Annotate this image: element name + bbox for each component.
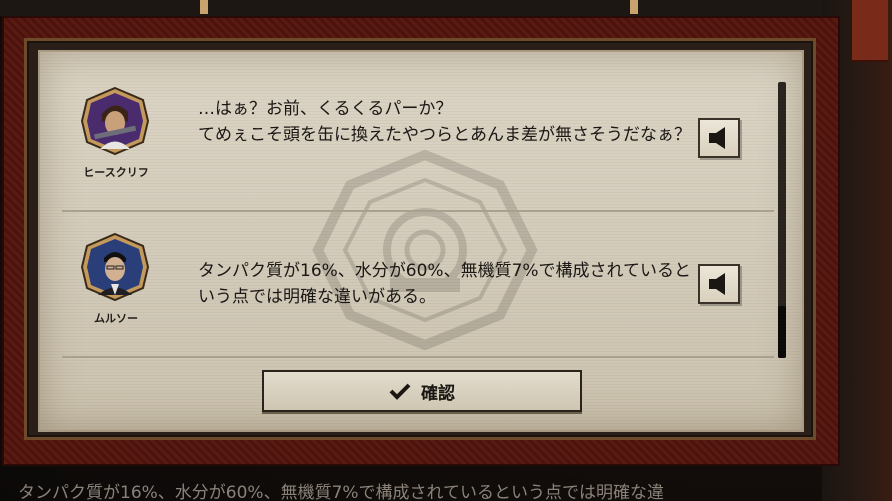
confirm-button[interactable]: 確認 [262, 370, 582, 412]
speaker-name: ヒースクリフ [83, 166, 149, 179]
confirm-label: 確認 [421, 383, 455, 404]
dialogue-text: タンパク質が16%、水分が60%、無機質7%で構成されているという点では明確な違… [198, 261, 692, 307]
avatar [80, 232, 150, 302]
background-ornament [200, 0, 208, 14]
dialogue-text: …はぁ？お前、くるくるパーか？ てめぇこそ頭を缶に換えたやつらとあんま差が無さそ… [198, 99, 691, 145]
speaker-icon [709, 127, 725, 149]
speaker-name: ムルソー [94, 312, 138, 325]
dialog-entry: ムルソー タンパク質が16%、水分が60%、無機質7%で構成されているという点で… [62, 218, 774, 358]
scrollbar-track[interactable] [778, 82, 786, 358]
checkmark-icon [389, 383, 411, 400]
speaker-portrait-container: ムルソー [74, 232, 158, 332]
scrollbar-thumb[interactable] [778, 306, 786, 358]
speaker-portrait-container: ヒースクリフ [74, 86, 158, 186]
game-screen: ヒースクリフ …はぁ？お前、くるくるパーか？ てめぇこそ頭を缶に換えたやつらとあ… [0, 0, 892, 501]
speaker-icon [709, 273, 725, 295]
dialog-entry: ヒースクリフ …はぁ？お前、くるくるパーか？ てめぇこそ頭を缶に換えたやつらとあ… [62, 72, 774, 212]
voice-play-button[interactable] [698, 118, 740, 158]
background-top-strip [0, 0, 892, 16]
background-ornament [630, 0, 638, 14]
avatar [80, 86, 150, 156]
background-subtitle-text: タンパク質が16%、水分が60%、無機質7%で構成されているという点では明確な違 [18, 483, 665, 501]
voice-play-button[interactable] [698, 264, 740, 304]
background-red-panel [852, 0, 888, 62]
